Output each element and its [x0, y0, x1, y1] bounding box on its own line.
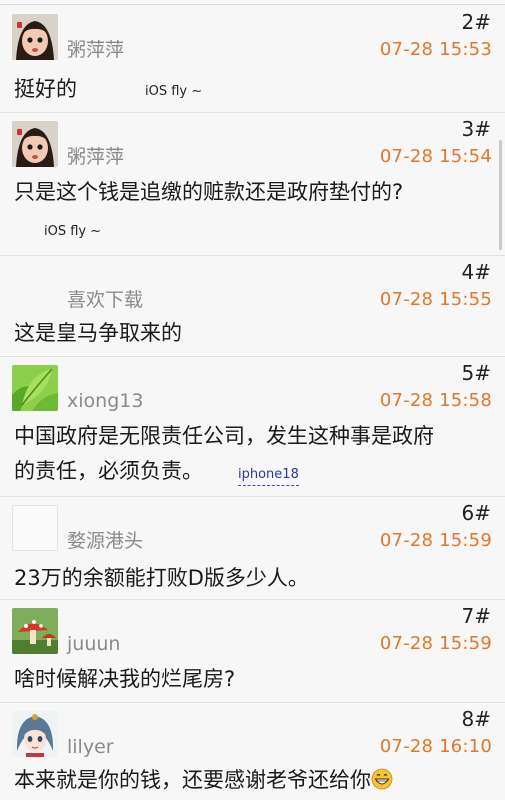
- reply-post: 粥萍萍 3# 07-28 15:54 只是这个钱是追缴的赃款还是政府垫付的? i…: [0, 112, 505, 256]
- floor-number: 3#: [461, 117, 491, 141]
- post-time: 07-28 15:58: [379, 390, 492, 411]
- username[interactable]: xiong13: [67, 389, 143, 413]
- post-content: 这是皇马争取来的: [14, 321, 182, 345]
- anime-avatar-icon[interactable]: [12, 711, 58, 757]
- reply-post: juuun 7# 07-28 15:59 啥时候解决我的烂尾房?: [0, 599, 505, 703]
- post-time: 07-28 15:53: [379, 39, 492, 60]
- reply-post: xiong13 5# 07-28 15:58 中国政府是无限责任公司，发生这种事…: [0, 356, 505, 497]
- post-content: 23万的余额能打败D版多少人。: [14, 566, 309, 590]
- post-content: 本来就是你的钱，还要感谢老爷还给你: [14, 762, 485, 798]
- device-signature: iOS fly ~: [145, 84, 203, 99]
- floor-number: 7#: [461, 604, 491, 628]
- reply-post: 婺源港头 6# 07-28 15:59 23万的余额能打败D版多少人。: [0, 496, 505, 600]
- post-content-line: 中国政府是无限责任公司，发生这种事是政府: [14, 424, 434, 448]
- mushroom-avatar-icon[interactable]: [12, 608, 58, 654]
- device-signature: iOS fly ~: [44, 224, 102, 239]
- username[interactable]: lilyer: [67, 735, 114, 759]
- reply-post: 粥萍萍 2# 07-28 15:53 挺好的 iOS fly ~: [0, 5, 505, 113]
- username[interactable]: 粥萍萍: [67, 145, 124, 169]
- post-content-text: 本来就是你的钱，还要感谢老爷还给你: [14, 768, 371, 792]
- post-content: 啥时候解决我的烂尾房?: [14, 667, 236, 691]
- username[interactable]: 粥萍萍: [67, 38, 124, 62]
- reply-post: lilyer 8# 07-28 16:10 本来就是你的钱，还要感谢老爷还给你: [0, 702, 505, 800]
- floor-number: 2#: [461, 10, 491, 34]
- floor-number: 5#: [461, 361, 491, 385]
- post-time: 07-28 15:59: [379, 530, 492, 551]
- username[interactable]: 婺源港头: [67, 529, 143, 553]
- username[interactable]: 喜欢下载: [67, 288, 143, 312]
- leaf-avatar-icon[interactable]: [12, 365, 58, 411]
- girl-avatar-icon[interactable]: [12, 121, 58, 167]
- post-content: 挺好的: [14, 77, 77, 101]
- post-time: 07-28 16:10: [379, 736, 492, 757]
- post-time: 07-28 15:54: [379, 146, 492, 167]
- post-time: 07-28 15:55: [379, 289, 492, 310]
- post-content: 只是这个钱是追缴的赃款还是政府垫付的?: [14, 180, 404, 204]
- device-signature-link[interactable]: iphone18: [238, 467, 299, 486]
- girl-avatar-icon[interactable]: [12, 14, 58, 60]
- grinning-face-icon: [371, 765, 393, 790]
- post-time: 07-28 15:59: [379, 633, 492, 654]
- floor-number: 8#: [461, 707, 491, 731]
- reply-thread: 粥萍萍 2# 07-28 15:53 挺好的 iOS fly ~ 粥萍萍 3# …: [0, 0, 505, 800]
- reply-post: 喜欢下载 4# 07-28 15:55 这是皇马争取来的: [0, 255, 505, 357]
- floor-number: 6#: [461, 501, 491, 525]
- blank-avatar-icon[interactable]: [12, 505, 58, 551]
- floor-number: 4#: [461, 260, 491, 284]
- username[interactable]: juuun: [67, 632, 120, 656]
